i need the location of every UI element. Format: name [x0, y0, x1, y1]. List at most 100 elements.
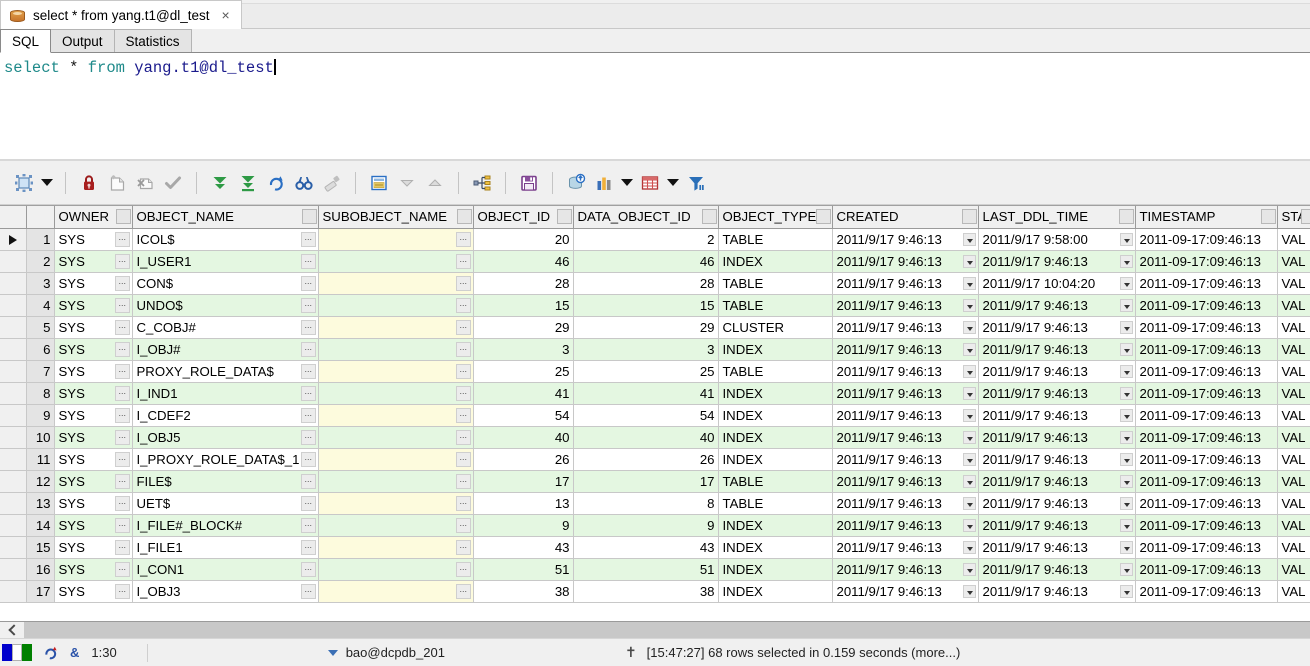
cell-editor-icon[interactable]: ···	[114, 517, 130, 533]
cell-created[interactable]: 2011/9/17 9:46:13	[832, 470, 979, 493]
column-header-status[interactable]: STA	[1277, 206, 1310, 229]
cell-last-ddl-time[interactable]: 2011/9/17 9:46:13	[978, 580, 1136, 603]
row-marker[interactable]	[0, 228, 27, 251]
cell-editor-icon[interactable]: ···	[114, 495, 130, 511]
cell-data-object-id[interactable]: 46	[573, 250, 719, 273]
cell-status[interactable]: VAL	[1277, 272, 1310, 295]
cell-editor-icon[interactable]: ···	[114, 231, 130, 247]
cell-editor-icon[interactable]: ···	[114, 253, 130, 269]
cell-data-object-id[interactable]: 28	[573, 272, 719, 295]
cell-editor-icon[interactable]: ···	[114, 407, 130, 423]
cell-object-id[interactable]: 25	[473, 360, 574, 383]
row-marker[interactable]	[0, 272, 27, 295]
column-resizer[interactable]	[301, 209, 317, 224]
cell-object-id[interactable]: 17	[473, 470, 574, 493]
cell-timestamp[interactable]: 2011-09-17:09:46:13	[1135, 492, 1278, 515]
date-picker-icon[interactable]	[962, 496, 976, 510]
cell-last-ddl-time[interactable]: 2011/9/17 9:46:13	[978, 316, 1136, 339]
cell-editor-icon[interactable]: ···	[114, 275, 130, 291]
table-row[interactable]: 14 SYS ··· I_FILE#_BLOCK# ··· ··· 9 9 INDEX 2011/…	[0, 514, 1310, 537]
cell-editor-icon[interactable]: ···	[114, 473, 130, 489]
cell-owner[interactable]: SYS ···	[54, 272, 133, 295]
cell-object-type[interactable]: CLUSTER	[718, 316, 833, 339]
cell-status[interactable]: VAL	[1277, 426, 1310, 449]
cell-timestamp[interactable]: 2011-09-17:09:46:13	[1135, 580, 1278, 603]
cell-object-name[interactable]: CON$ ···	[132, 272, 319, 295]
row-marker[interactable]	[0, 294, 27, 317]
grid-export-dropdown-icon[interactable]	[664, 171, 682, 195]
cell-timestamp[interactable]: 2011-09-17:09:46:13	[1135, 228, 1278, 251]
cell-object-id[interactable]: 3	[473, 338, 574, 361]
cell-owner[interactable]: SYS ···	[54, 536, 133, 559]
column-resizer[interactable]	[556, 209, 572, 224]
result-message[interactable]: [15:47:27] 68 rows selected in 0.159 sec…	[647, 645, 961, 660]
cell-last-ddl-time[interactable]: 2011/9/17 9:46:13	[978, 558, 1136, 581]
cell-object-name[interactable]: ICOL$ ···	[132, 228, 319, 251]
cell-object-id[interactable]: 9	[473, 514, 574, 537]
cell-object-name[interactable]: I_OBJ# ···	[132, 338, 319, 361]
date-picker-icon[interactable]	[962, 474, 976, 488]
table-row[interactable]: 10 SYS ··· I_OBJ5 ··· ··· 40 40 INDEX 2011/9/17 9…	[0, 426, 1310, 449]
next-record-icon[interactable]	[421, 169, 449, 197]
cell-last-ddl-time[interactable]: 2011/9/17 9:46:13	[978, 448, 1136, 471]
select-area-dropdown-icon[interactable]	[38, 171, 56, 195]
cell-object-id[interactable]: 41	[473, 382, 574, 405]
row-marker[interactable]	[0, 536, 27, 559]
cell-editor-icon[interactable]: ···	[300, 583, 316, 599]
table-row[interactable]: 3 SYS ··· CON$ ··· ··· 28 28 TABLE 2011/9/17 9:46…	[0, 272, 1310, 295]
date-picker-icon[interactable]	[1119, 496, 1133, 510]
cell-created[interactable]: 2011/9/17 9:46:13	[832, 316, 979, 339]
find-icon[interactable]	[290, 169, 318, 197]
cell-object-name[interactable]: I_FILE#_BLOCK# ···	[132, 514, 319, 537]
cell-object-name[interactable]: I_FILE1 ···	[132, 536, 319, 559]
grid-horizontal-scrollbar[interactable]	[0, 621, 1310, 638]
cell-created[interactable]: 2011/9/17 9:46:13	[832, 492, 979, 515]
cell-editor-icon[interactable]: ···	[455, 451, 471, 467]
tab-sql[interactable]: SQL	[0, 29, 52, 53]
cell-subobject-name[interactable]: ···	[318, 382, 474, 405]
cell-timestamp[interactable]: 2011-09-17:09:46:13	[1135, 316, 1278, 339]
cell-object-type[interactable]: INDEX	[718, 536, 833, 559]
cell-object-name[interactable]: I_CON1 ···	[132, 558, 319, 581]
cell-object-type[interactable]: TABLE	[718, 360, 833, 383]
cell-data-object-id[interactable]: 2	[573, 228, 719, 251]
cell-editor-icon[interactable]: ···	[455, 363, 471, 379]
cell-timestamp[interactable]: 2011-09-17:09:46:13	[1135, 514, 1278, 537]
date-picker-icon[interactable]	[1119, 320, 1133, 334]
cell-data-object-id[interactable]: 3	[573, 338, 719, 361]
cell-object-name[interactable]: UET$ ···	[132, 492, 319, 515]
post-changes-icon[interactable]	[159, 169, 187, 197]
cell-last-ddl-time[interactable]: 2011/9/17 9:46:13	[978, 514, 1136, 537]
cell-timestamp[interactable]: 2011-09-17:09:46:13	[1135, 360, 1278, 383]
cell-subobject-name[interactable]: ···	[318, 514, 474, 537]
cell-timestamp[interactable]: 2011-09-17:09:46:13	[1135, 404, 1278, 427]
connection-dropdown-icon[interactable]	[327, 649, 338, 656]
cell-created[interactable]: 2011/9/17 9:46:13	[832, 580, 979, 603]
cell-object-id[interactable]: 26	[473, 448, 574, 471]
cell-created[interactable]: 2011/9/17 9:46:13	[832, 272, 979, 295]
cell-editor-icon[interactable]: ···	[114, 583, 130, 599]
sql-editor[interactable]: select * from yang.t1@dl_test	[0, 53, 1310, 161]
cell-created[interactable]: 2011/9/17 9:46:13	[832, 404, 979, 427]
table-row[interactable]: 5 SYS ··· C_COBJ# ··· ··· 29 29 CLUSTER 2011/9/17…	[0, 316, 1310, 339]
table-row[interactable]: 8 SYS ··· I_IND1 ··· ··· 41 41 INDEX 2011/9/17 9:…	[0, 382, 1310, 405]
column-resizer[interactable]	[115, 209, 131, 224]
cell-editor-icon[interactable]: ···	[114, 363, 130, 379]
cell-status[interactable]: VAL	[1277, 514, 1310, 537]
cell-editor-icon[interactable]: ···	[455, 253, 471, 269]
cell-object-id[interactable]: 28	[473, 272, 574, 295]
cell-editor-icon[interactable]: ···	[300, 473, 316, 489]
cell-object-type[interactable]: INDEX	[718, 404, 833, 427]
cell-data-object-id[interactable]: 29	[573, 316, 719, 339]
cell-editor-icon[interactable]: ···	[300, 539, 316, 555]
cell-editor-icon[interactable]: ···	[455, 539, 471, 555]
cell-editor-icon[interactable]: ···	[455, 429, 471, 445]
table-row[interactable]: 12 SYS ··· FILE$ ··· ··· 17 17 TABLE 2011/9/17 9:…	[0, 470, 1310, 493]
cell-object-type[interactable]: TABLE	[718, 294, 833, 317]
cell-data-object-id[interactable]: 8	[573, 492, 719, 515]
cell-subobject-name[interactable]: ···	[318, 426, 474, 449]
row-marker[interactable]	[0, 448, 27, 471]
column-header-subobject-name[interactable]: SUBOBJECT_NAME	[318, 206, 474, 229]
table-row[interactable]: 2 SYS ··· I_USER1 ··· ··· 46 46 INDEX 2011/9/17 9…	[0, 250, 1310, 273]
cell-editor-icon[interactable]: ···	[455, 385, 471, 401]
